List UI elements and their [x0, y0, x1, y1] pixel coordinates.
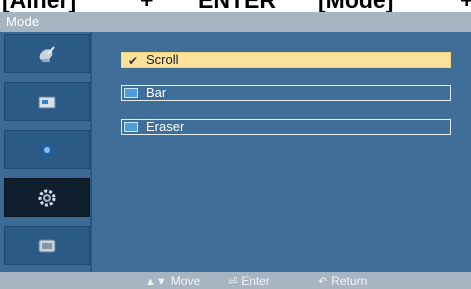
hint-enter-label: Enter [241, 274, 270, 288]
option-box-icon [124, 88, 138, 98]
window-title: Mode [6, 14, 40, 29]
enter-icon: ⏎ [228, 276, 238, 288]
option-box-icon [124, 122, 138, 132]
hint-return: ↶ Return [318, 274, 367, 288]
screen: [Ainer] + ENTER [Mode] + Mode ✔ Scroll B… [0, 0, 471, 289]
sidebar-item-channel[interactable] [4, 34, 90, 73]
osd-window: Mode ✔ Scroll Bar Eraser ▲▼ Move ⏎ Enter… [0, 12, 471, 289]
sound-icon [41, 143, 53, 156]
menu-item-eraser[interactable]: Eraser [121, 119, 451, 135]
return-icon: ↶ [318, 276, 328, 288]
setup-gear-icon [38, 189, 56, 206]
osd-header: Mode [0, 12, 471, 32]
hint-return-label: Return [331, 274, 368, 288]
hint-enter: ⏎ Enter [228, 274, 270, 288]
sidebar-item-picture[interactable] [4, 82, 90, 121]
input-source-icon [38, 239, 56, 252]
sidebar [0, 32, 92, 272]
satellite-dish-icon [39, 45, 55, 62]
sidebar-item-sound[interactable] [4, 130, 90, 169]
menu-item-label: Scroll [146, 52, 179, 67]
picture-icon [38, 96, 56, 108]
menu-item-bar[interactable]: Bar [121, 85, 451, 101]
footer-hints: ▲▼ Move ⏎ Enter ↶ Return [0, 272, 471, 289]
move-arrows-icon: ▲▼ [145, 276, 167, 288]
hint-move: ▲▼ Move [145, 274, 200, 288]
sidebar-item-input[interactable] [4, 226, 90, 265]
check-icon: ✔ [128, 54, 139, 68]
sidebar-item-setup[interactable] [4, 178, 90, 217]
menu-item-label: Eraser [146, 119, 185, 134]
menu-item-scroll[interactable]: ✔ Scroll [121, 52, 451, 68]
hint-move-label: Move [170, 274, 201, 288]
menu-item-label: Bar [146, 85, 167, 100]
